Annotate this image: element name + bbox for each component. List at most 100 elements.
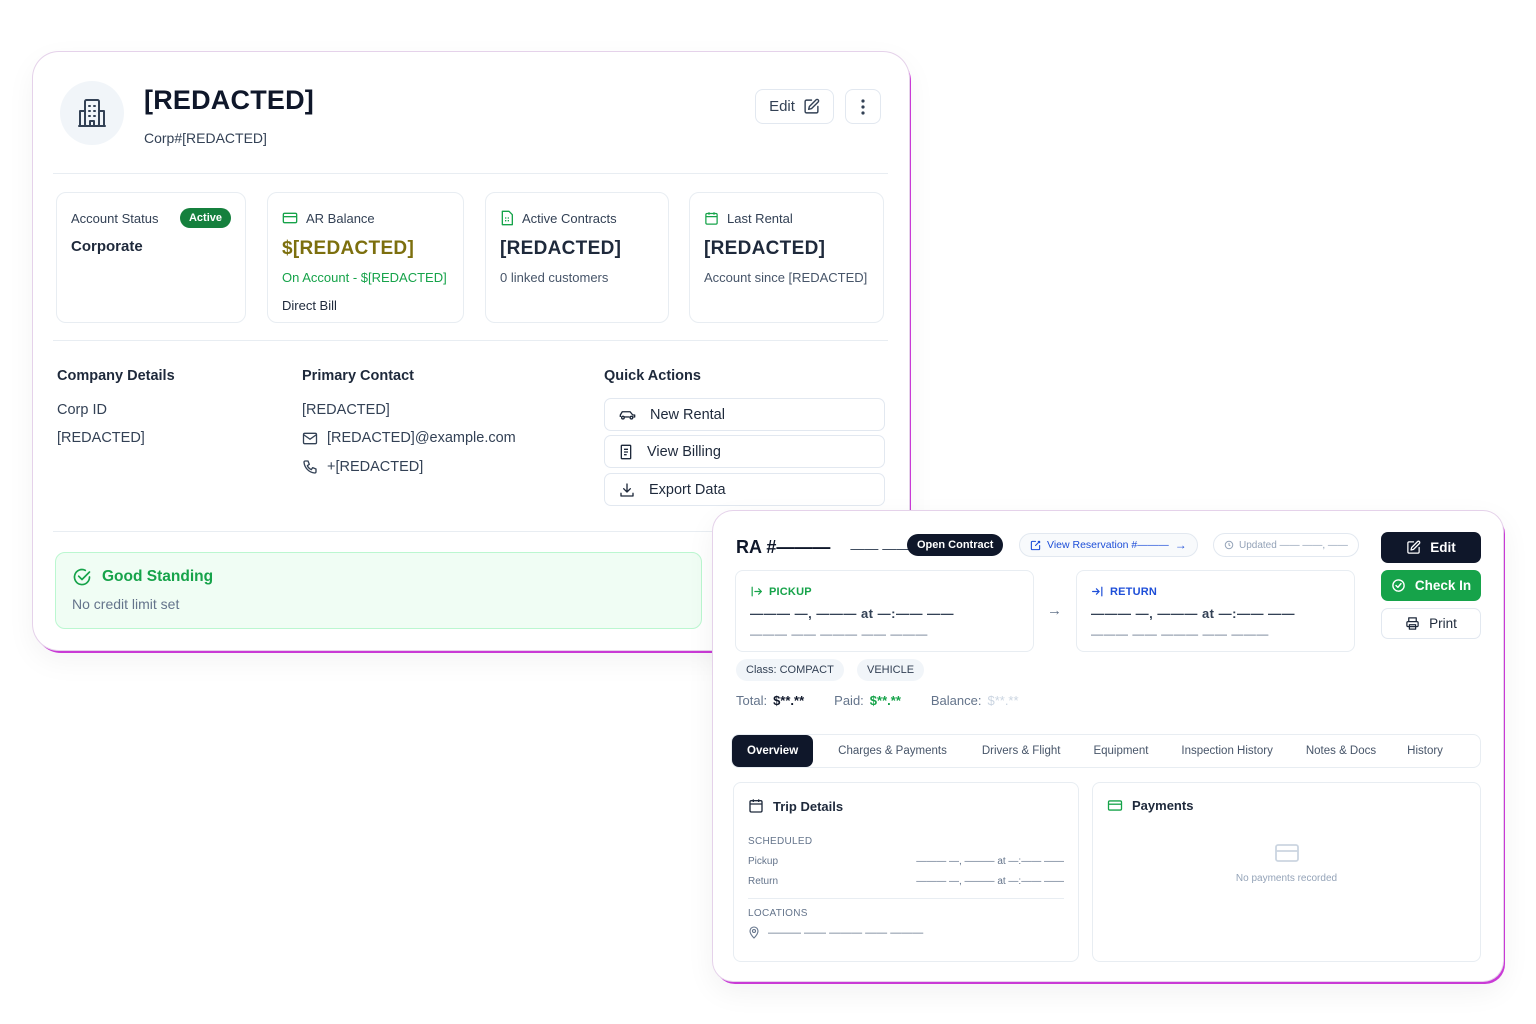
log-in-icon: [751, 586, 762, 597]
scheduled-pickup-value: ——— —, ——— at —:—— ——: [916, 856, 1064, 867]
calendar-icon: [749, 799, 763, 813]
tab-drivers-flight[interactable]: Drivers & Flight: [967, 735, 1076, 767]
new-rental-label: New Rental: [650, 406, 725, 423]
total-label: Total:: [736, 693, 768, 708]
contact-email-row[interactable]: [REDACTED]@example.com: [302, 430, 516, 446]
tab-inspection-history[interactable]: Inspection History: [1166, 735, 1287, 767]
pickup-datetime: ——— —, ——— at —:—— ——: [750, 606, 955, 621]
payments-panel: Payments No payments recorded: [1092, 782, 1481, 962]
scheduled-return-label: Return: [748, 876, 779, 887]
edit-icon: [1407, 540, 1421, 554]
updated-text: Updated —— ——, ——: [1239, 539, 1348, 551]
corp-id-label: Corp ID: [57, 402, 107, 418]
stat-last-rental-label: Last Rental: [727, 210, 793, 226]
trip-details-panel: Trip Details SCHEDULED Pickup ——— —, ———…: [733, 782, 1079, 962]
tab-charges-payments[interactable]: Charges & Payments: [823, 735, 962, 767]
ra-date: —— ——: [850, 539, 911, 556]
view-reservation-link[interactable]: View Reservation #——— →: [1019, 533, 1198, 557]
mail-icon: [302, 432, 318, 444]
contact-name: [REDACTED]: [302, 402, 390, 418]
edit-customer-button[interactable]: Edit: [755, 89, 834, 124]
new-rental-button[interactable]: New Rental: [604, 398, 885, 431]
header-divider: [53, 173, 888, 174]
scheduled-label: SCHEDULED: [748, 836, 813, 847]
stat-active-contracts[interactable]: Active Contracts [REDACTED] 0 linked cus…: [485, 192, 669, 323]
ra-header: RA #——— —— ——: [736, 537, 910, 558]
updated-badge: Updated —— ——, ——: [1213, 533, 1359, 557]
balance-item: Balance: $**.**: [931, 693, 1019, 708]
stat-account-status: Account Status Active Corporate: [56, 192, 246, 323]
check-in-button[interactable]: Check In: [1381, 570, 1481, 601]
quick-actions-title: Quick Actions: [604, 368, 701, 384]
billing-method: Direct Bill: [282, 298, 337, 313]
tab-equipment[interactable]: Equipment: [1078, 735, 1163, 767]
tab-overview[interactable]: Overview: [732, 735, 814, 767]
contact-email: [REDACTED]@example.com: [327, 430, 516, 446]
contact-phone-row[interactable]: +[REDACTED]: [302, 459, 423, 475]
payments-title: Payments: [1132, 798, 1194, 813]
scheduled-return-value: ——— —, ——— at —:—— ——: [916, 876, 1064, 887]
map-pin-icon: [749, 926, 759, 939]
return-box: RETURN ——— —, ——— at —:—— —— ——— —— ——— …: [1076, 570, 1355, 652]
contract-tabs: Overview Charges & Payments Drivers & Fl…: [731, 734, 1481, 768]
on-account-value: On Account - $[REDACTED]: [282, 270, 447, 285]
more-options-button[interactable]: [845, 89, 881, 124]
stat-ar-balance[interactable]: AR Balance $[REDACTED] On Account - $[RE…: [267, 192, 464, 323]
locations-label: LOCATIONS: [748, 908, 808, 919]
status-badge: Active: [179, 208, 231, 228]
pickup-location: ——— —— ——— —— ———: [750, 627, 928, 641]
ra-number: RA #———: [736, 537, 831, 557]
last-rental-value: [REDACTED]: [704, 238, 826, 259]
rental-agreement-card: RA #——— —— —— Open Contract View Reserva…: [713, 511, 1503, 981]
view-billing-label: View Billing: [647, 443, 721, 460]
car-icon: [619, 410, 636, 420]
vehicle-chip: VEHICLE: [857, 659, 925, 681]
scheduled-pickup-label: Pickup: [748, 856, 779, 867]
arrow-right-icon: →: [1174, 538, 1187, 552]
credit-card-icon: [282, 212, 298, 224]
scheduled-pickup-row: Pickup ——— —, ——— at —:—— ——: [748, 856, 1064, 867]
contract-status-badge: Open Contract: [907, 534, 1004, 556]
print-button[interactable]: Print: [1381, 608, 1481, 639]
view-billing-button[interactable]: View Billing: [604, 435, 885, 468]
building-icon: [78, 99, 106, 127]
active-contracts-value: [REDACTED]: [500, 238, 622, 259]
balance-value: $**.**: [987, 693, 1019, 708]
trip-details-title: Trip Details: [773, 798, 844, 814]
company-avatar: [60, 81, 124, 145]
account-type: Corporate: [71, 238, 143, 255]
corp-id-value: [REDACTED]: [57, 430, 145, 446]
primary-contact-title: Primary Contact: [302, 368, 415, 384]
paid-label: Paid:: [834, 693, 864, 708]
paid-item: Paid: $**.**: [834, 693, 901, 708]
pickup-label: PICKUP: [769, 585, 812, 598]
balance-label: Balance:: [930, 693, 982, 708]
total-value: $**.**: [773, 693, 805, 708]
document-icon: [501, 210, 513, 226]
stat-ar-balance-label: AR Balance: [306, 210, 375, 226]
vehicle-class-chip: Class: COMPACT: [736, 659, 844, 681]
tab-notes-docs[interactable]: Notes & Docs: [1291, 735, 1391, 767]
receipt-icon: [620, 444, 632, 459]
edit-contract-button[interactable]: Edit: [1381, 532, 1481, 563]
printer-icon: [1406, 617, 1419, 630]
stat-account-status-label: Account Status: [71, 210, 159, 226]
total-item: Total: $**.**: [736, 693, 804, 708]
tab-history[interactable]: History: [1392, 735, 1458, 767]
return-location: ——— —— ——— —— ———: [1091, 627, 1269, 641]
location-value: ——— —— ——— —— ———: [768, 926, 924, 939]
export-data-button[interactable]: Export Data: [604, 473, 885, 506]
company-name: [REDACTED]: [144, 85, 314, 115]
edit-icon: [804, 98, 820, 114]
trip-divider: [748, 898, 1064, 899]
good-standing-panel: Good Standing No credit limit set: [55, 552, 702, 629]
totals-row: Total: $**.** Paid: $**.** Balance: $**.**: [736, 693, 1019, 708]
external-link-icon: [1030, 540, 1041, 550]
edit-contract-label: Edit: [1430, 540, 1456, 555]
company-details-title: Company Details: [57, 368, 175, 384]
credit-card-icon: [1274, 844, 1299, 862]
stat-last-rental[interactable]: Last Rental [REDACTED] Account since [RE…: [689, 192, 884, 323]
calendar-icon: [705, 211, 718, 225]
no-payments-text: No payments recorded: [1235, 873, 1338, 884]
export-data-label: Export Data: [649, 481, 726, 498]
